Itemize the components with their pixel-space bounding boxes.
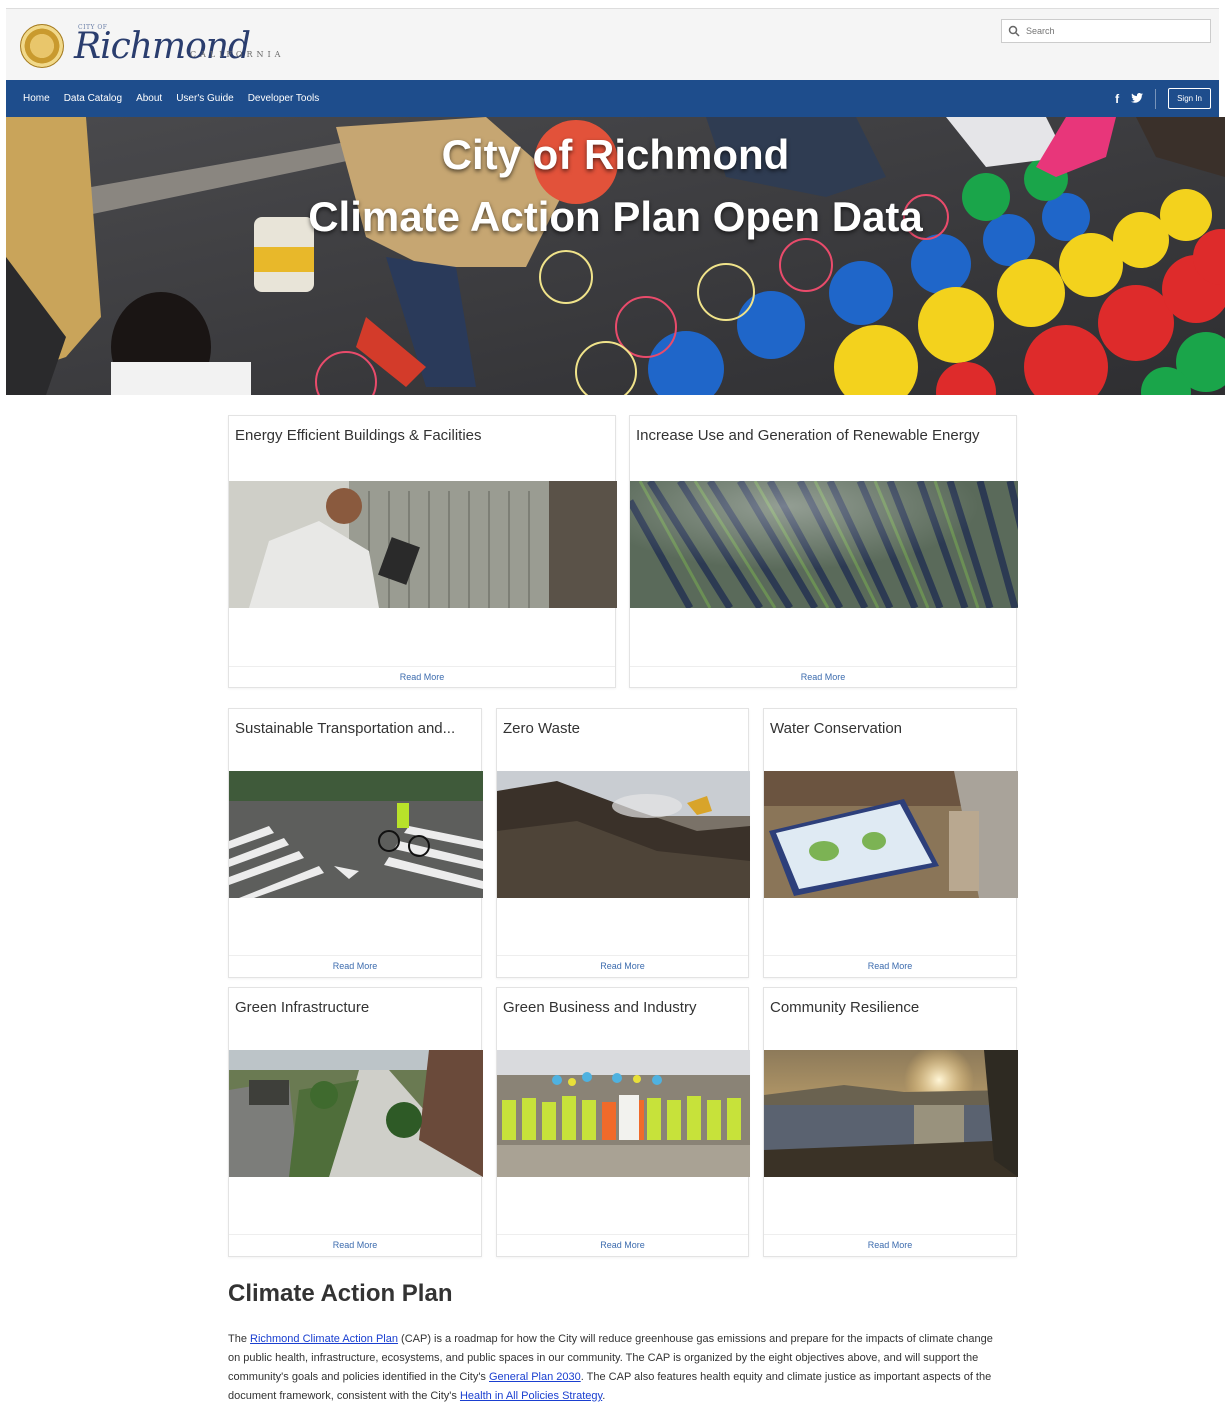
card-separator [630,666,1016,667]
card-title: Zero Waste [503,720,580,737]
hero-title-line1: City of Richmond [441,131,790,178]
nav-users-guide[interactable]: User's Guide [176,93,234,104]
cap-link[interactable]: Richmond Climate Action Plan [250,1333,398,1345]
card-green-business[interactable]: Green Business and Industry Read More [496,987,750,1257]
card-separator [229,1234,481,1235]
card-separator [229,955,481,956]
card-separator [497,955,748,956]
read-more-link[interactable]: Read More [764,961,1016,971]
read-more-link[interactable]: Read More [229,961,481,971]
card-separator [764,1234,1016,1235]
general-plan-link[interactable]: General Plan 2030 [489,1371,581,1383]
card-title: Community Resilience [770,999,920,1016]
card-green-infrastructure[interactable]: Green Infrastructure Read More [228,987,483,1257]
card-title: Sustainable Transportation and... [235,720,456,737]
read-more-link[interactable]: Read More [497,1240,748,1250]
search-box[interactable] [1001,19,1211,43]
card-water-conservation[interactable]: Water Conservation Read More [763,708,1018,978]
card-title: Increase Use and Generation of Renewable… [636,427,980,444]
card-title: Energy Efficient Buildings & Facilities [235,427,482,444]
nav-home[interactable]: Home [23,93,50,104]
card-image-compost-pile[interactable] [497,771,750,898]
read-more-link[interactable]: Read More [497,961,748,971]
hero-title-line2: Climate Action Plan Open Data [308,193,923,240]
card-zero-waste[interactable]: Zero Waste Read More [496,708,750,978]
nav-right: f Sign In [1115,88,1219,109]
twitter-icon[interactable] [1131,92,1144,106]
nav-developer-tools[interactable]: Developer Tools [248,93,320,104]
city-seal-icon [20,24,64,68]
card-image-interpretive-sign[interactable] [764,771,1018,898]
card-image-solar-farm[interactable] [630,481,1018,608]
nav-data-catalog[interactable]: Data Catalog [64,93,122,104]
section-paragraph: The Richmond Climate Action Plan (CAP) i… [228,1330,998,1406]
card-sustainable-transportation[interactable]: Sustainable Transportation and... Read M… [228,708,483,978]
card-separator [497,1234,748,1235]
sign-in-button[interactable]: Sign In [1168,88,1211,109]
city-logo[interactable]: CITY OF Richmond CALIFORNIA [20,21,294,71]
paragraph-text: . [602,1390,606,1402]
nav-divider [1155,88,1157,109]
card-image-green-street[interactable] [229,1050,483,1177]
card-energy-buildings[interactable]: Energy Efficient Buildings & Facilities … [228,415,617,688]
health-policies-link[interactable]: Health in All Policies Strategy [460,1390,602,1402]
read-more-link[interactable]: Read More [630,672,1016,682]
section-title: Climate Action Plan [228,1280,453,1307]
card-separator [229,666,615,667]
facebook-icon[interactable]: f [1115,92,1119,106]
logo-wordmark: CITY OF Richmond CALIFORNIA [74,24,294,68]
read-more-link[interactable]: Read More [764,1240,1016,1250]
card-image-cyclist-crosswalk[interactable] [229,771,483,898]
read-more-link[interactable]: Read More [229,1240,481,1250]
card-separator [764,955,1016,956]
card-image-workers-group[interactable] [497,1050,750,1177]
hero-banner: City of Richmond Climate Action Plan Ope… [6,117,1225,395]
card-image-hvac-technician[interactable] [229,481,617,608]
logo-california: CALIFORNIA [190,50,285,59]
card-title: Green Business and Industry [503,999,697,1016]
card-community-resilience[interactable]: Community Resilience Read More [763,987,1018,1257]
search-icon[interactable] [1008,25,1020,37]
card-title: Green Infrastructure [235,999,370,1016]
site-header: CITY OF Richmond CALIFORNIA [6,8,1219,80]
card-renewable-energy[interactable]: Increase Use and Generation of Renewable… [629,415,1018,688]
logo-richmond: Richmond [74,26,251,67]
card-title: Water Conservation [770,720,902,737]
main-nav: Home Data Catalog About User's Guide Dev… [6,80,1219,117]
card-image-sunset-shoreline[interactable] [764,1050,1018,1177]
paragraph-text: The [228,1333,251,1345]
read-more-link[interactable]: Read More [229,672,615,682]
nav-about[interactable]: About [136,93,162,104]
search-input[interactable] [1026,26,1206,36]
